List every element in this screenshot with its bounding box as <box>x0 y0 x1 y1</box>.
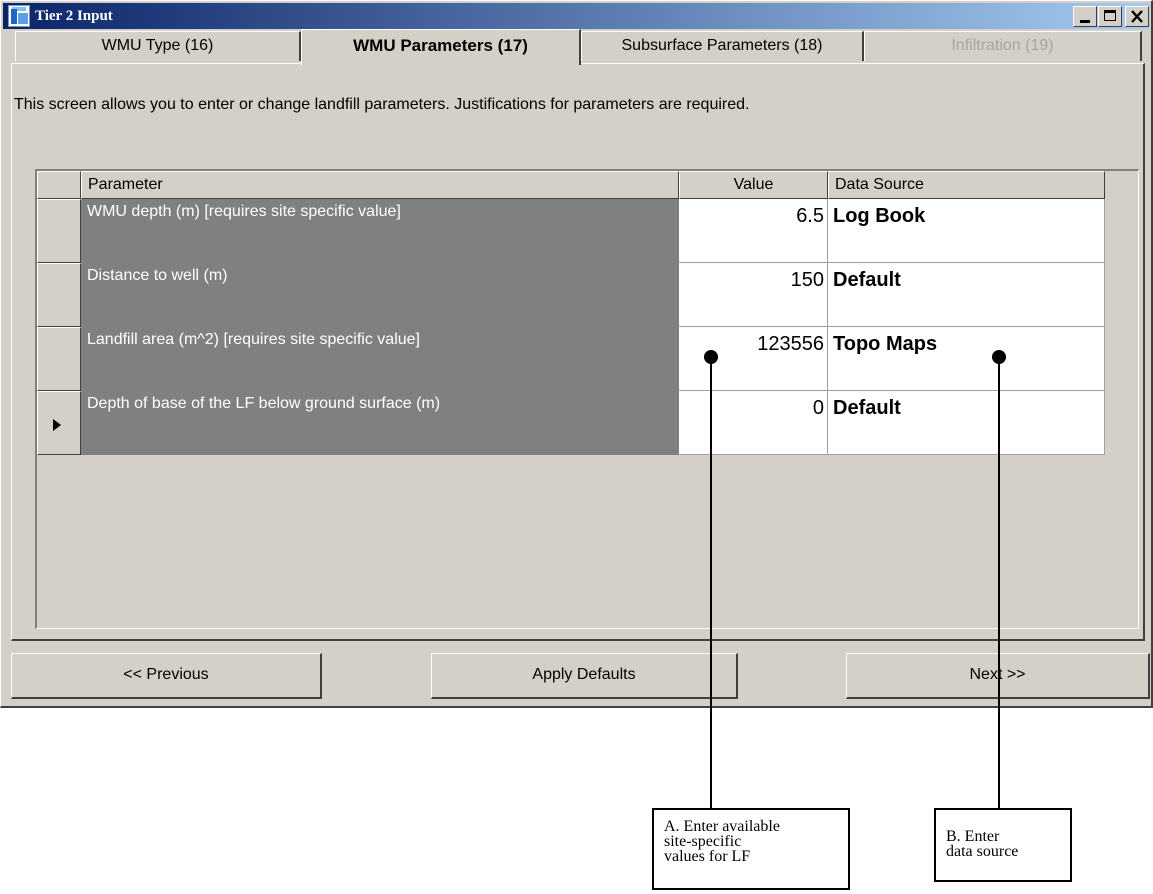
callout-a-line-3: values for LF <box>664 848 751 865</box>
previous-button[interactable]: << Previous <box>11 653 322 699</box>
title-bar[interactable]: Tier 2 Input <box>3 3 1150 29</box>
current-row-pointer-icon <box>53 419 61 431</box>
callout-a-line <box>710 357 712 809</box>
parameter-cell: Depth of base of the LF below ground sur… <box>81 391 679 455</box>
table-row: Landfill area (m^2) [requires site speci… <box>37 327 1105 391</box>
close-button[interactable] <box>1125 6 1149 27</box>
tab-infiltration: Infiltration (19) <box>864 31 1142 61</box>
tab-subsurface-parameters[interactable]: Subsurface Parameters (18) <box>581 31 864 61</box>
row-selector[interactable] <box>37 263 81 327</box>
data-source-cell[interactable]: Default <box>828 391 1105 455</box>
callout-b-box: B. Enter data source <box>934 808 1072 882</box>
parameter-cell: Landfill area (m^2) [requires site speci… <box>81 327 679 391</box>
row-selector[interactable] <box>37 327 81 391</box>
callout-b-line-2: data source <box>946 843 1019 860</box>
data-source-cell[interactable]: Log Book <box>828 199 1105 263</box>
parameter-grid[interactable]: Parameter Value Data Source WMU depth (m… <box>35 169 1139 629</box>
instructions-text: This screen allows you to enter or chang… <box>14 96 750 113</box>
apply-defaults-button[interactable]: Apply Defaults <box>431 653 738 699</box>
callout-b-line-1: B. Enter <box>946 828 1000 845</box>
column-header-parameter[interactable]: Parameter <box>81 171 679 199</box>
tab-wmu-parameters[interactable]: WMU Parameters (17) <box>301 29 581 65</box>
value-cell[interactable]: 0 <box>679 391 828 455</box>
minimize-button[interactable] <box>1073 6 1097 27</box>
table-row: Depth of base of the LF below ground sur… <box>37 391 1105 455</box>
callout-a-line-1: A. Enter available <box>664 818 780 835</box>
parameter-cell: Distance to well (m) <box>81 263 679 327</box>
data-source-cell[interactable]: Default <box>828 263 1105 327</box>
row-selector[interactable] <box>37 391 81 455</box>
tab-wmu-type[interactable]: WMU Type (16) <box>15 31 301 61</box>
callout-b-line <box>998 357 1000 809</box>
parameter-cell: WMU depth (m) [requires site specific va… <box>81 199 679 263</box>
app-icon <box>8 5 30 27</box>
callout-a-line-2: site-specific <box>664 833 742 850</box>
maximize-button[interactable] <box>1098 6 1122 27</box>
value-cell[interactable]: 150 <box>679 263 828 327</box>
data-source-cell[interactable]: Topo Maps <box>828 327 1105 391</box>
column-header-value[interactable]: Value <box>679 171 828 199</box>
row-selector[interactable] <box>37 199 81 263</box>
value-cell[interactable]: 6.5 <box>679 199 828 263</box>
grid-corner-header <box>37 171 81 199</box>
window-title: Tier 2 Input <box>35 8 113 24</box>
table-row: WMU depth (m) [requires site specific va… <box>37 199 1105 263</box>
tier2-input-window: Tier 2 Input WMU Type (16) WMU Parameter… <box>0 0 1153 708</box>
close-icon <box>1131 10 1143 23</box>
column-header-data-source[interactable]: Data Source <box>828 171 1105 199</box>
value-cell[interactable]: 123556 <box>679 327 828 391</box>
callout-a-box: A. Enter available site-specific values … <box>652 808 850 890</box>
table-row: Distance to well (m) 150 Default <box>37 263 1105 327</box>
